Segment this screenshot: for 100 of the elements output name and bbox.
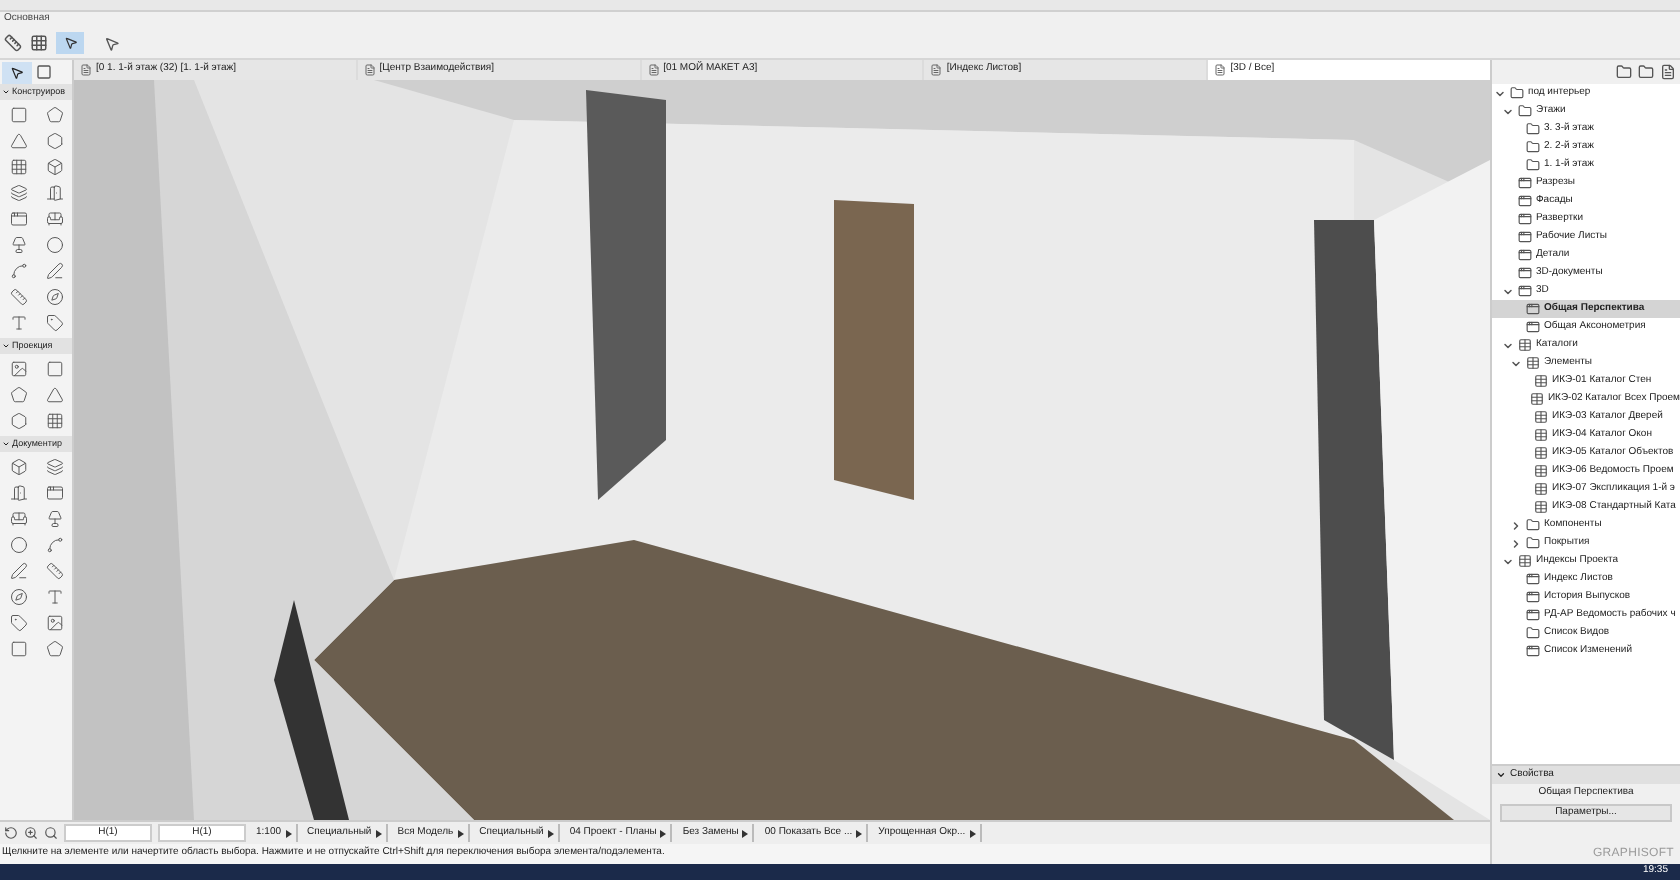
rotate-icon[interactable] [4,826,18,840]
view-icon [1518,284,1532,298]
door-icon[interactable] [9,484,27,502]
dropdown-caret-icon [660,829,667,837]
folder-icon[interactable] [1638,64,1654,80]
table-icon [1518,554,1532,568]
sofa-icon[interactable] [45,210,63,228]
pentagon-icon[interactable] [45,106,63,124]
compass-icon[interactable] [45,288,63,306]
dropdown-caret-icon [285,829,292,837]
ruler-icon[interactable] [45,562,63,580]
dropdown-caret-icon [742,829,749,837]
cursor-tool-button[interactable] [56,32,84,54]
table-icon [1534,464,1548,478]
curve-icon[interactable] [9,262,27,280]
dropdown-caret-icon [969,829,976,837]
layers-icon[interactable] [45,458,63,476]
expand-chevron-icon[interactable] [1502,339,1514,351]
view-icon [1518,212,1532,226]
expand-chevron-icon[interactable] [1502,285,1514,297]
view-icon [1526,644,1540,658]
folder-icon [1526,518,1540,532]
collapse-chevron-icon[interactable] [1510,537,1522,549]
layers-icon[interactable] [9,184,27,202]
tag-icon[interactable] [45,314,63,332]
ruler-icon[interactable] [4,34,22,52]
square-icon[interactable] [9,106,27,124]
image-icon[interactable] [9,360,27,378]
folder-icon [1518,104,1532,118]
table-icon [1534,446,1548,460]
compass-icon[interactable] [9,588,27,606]
lamp-icon[interactable] [9,236,27,254]
grid-icon[interactable] [30,34,48,52]
window-icon[interactable] [9,210,27,228]
table-icon [1534,500,1548,514]
folder-icon[interactable] [1616,64,1632,80]
cube-icon[interactable] [9,458,27,476]
search-icon[interactable] [44,826,58,840]
triangle-icon[interactable] [9,132,27,150]
cube-icon[interactable] [45,158,63,176]
expand-chevron-icon[interactable] [1510,357,1522,369]
arrow-tool-button[interactable] [2,61,32,83]
view-icon [1518,266,1532,280]
curve-icon[interactable] [45,536,63,554]
view-icon [1526,302,1540,316]
zoom-in-icon[interactable] [24,826,38,840]
tag-icon[interactable] [9,614,27,632]
square-icon[interactable] [9,640,27,658]
text-icon[interactable] [45,588,63,606]
triangle-icon[interactable] [45,386,63,404]
dropdown-caret-icon [457,829,464,837]
table-icon [1534,428,1548,442]
lamp-icon[interactable] [45,510,63,528]
text-icon[interactable] [9,314,27,332]
pentagon-icon[interactable] [45,640,63,658]
hexagon-icon[interactable] [45,132,63,150]
pentagon-icon[interactable] [9,386,27,404]
view-icon [1518,176,1532,190]
folder-icon [1526,626,1540,640]
expand-chevron-icon[interactable] [1502,555,1514,567]
expand-chevron-icon[interactable] [1494,87,1506,99]
ruler-icon[interactable] [9,288,27,306]
table-icon [1534,410,1548,424]
folder-icon [1526,158,1540,172]
folder-icon [1510,86,1524,100]
circle-icon[interactable] [45,236,63,254]
table-icon [1529,392,1544,406]
grid-icon[interactable] [45,412,63,430]
pointer-icon [63,36,77,50]
pen-icon[interactable] [9,562,27,580]
document-icon [80,64,92,76]
view-icon [1526,608,1540,622]
door-icon[interactable] [45,184,63,202]
collapse-chevron-icon[interactable] [1510,519,1522,531]
grid-icon[interactable] [9,158,27,176]
dropdown-caret-icon [547,829,554,837]
view-icon [1518,194,1532,208]
pen-icon[interactable] [45,262,63,280]
table-icon [1518,338,1532,352]
folder-icon [1526,122,1540,136]
view-icon [1518,230,1532,244]
hexagon-icon[interactable] [9,412,27,430]
table-icon [1534,482,1548,496]
expand-chevron-icon[interactable] [1502,105,1514,117]
table-icon [1534,374,1548,388]
circle-icon[interactable] [9,536,27,554]
dropdown-caret-icon [856,829,863,837]
arrow-icon[interactable] [104,35,120,51]
window-icon[interactable] [45,484,63,502]
document-icon [930,64,943,76]
square-icon[interactable] [45,360,63,378]
sofa-icon[interactable] [9,510,27,528]
view-icon [1526,320,1540,334]
pointer-icon [10,65,24,79]
document-icon [363,64,376,76]
view-icon [1518,248,1532,262]
folder-icon [1526,536,1540,550]
document-icon [647,64,660,76]
image-icon[interactable] [45,614,63,632]
document-icon[interactable] [1660,64,1676,80]
